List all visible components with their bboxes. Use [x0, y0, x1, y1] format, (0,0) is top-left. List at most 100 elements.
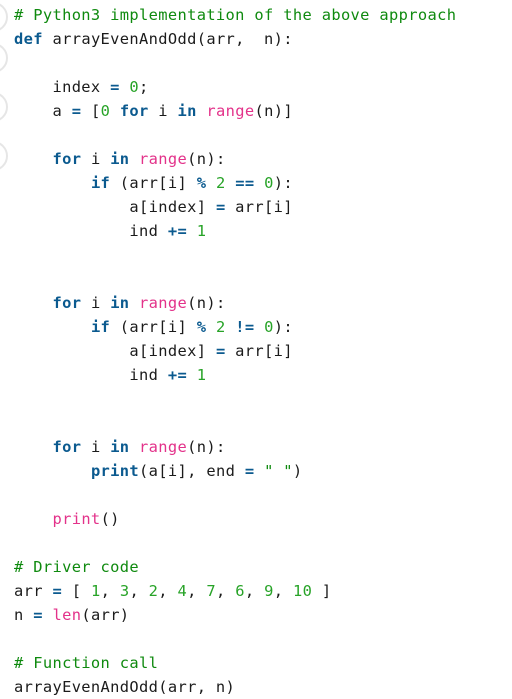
- text-token: (n):: [187, 150, 226, 168]
- text-token: arrayEvenAndOdd(arr, n): [14, 678, 236, 696]
- text-token: i: [81, 150, 111, 168]
- text-token: a[index]: [14, 342, 216, 360]
- code-line: if (arr[i] % 2 != 0):: [14, 315, 456, 339]
- text-token: i: [81, 438, 111, 456]
- keyword-token: for: [119, 102, 149, 120]
- code-line: arrayEvenAndOdd(arr, n): [14, 675, 456, 699]
- code-line: # Driver code: [14, 555, 456, 579]
- keyword-token: for: [52, 438, 82, 456]
- code-line: for i in range(n):: [14, 291, 456, 315]
- code-line: n = len(arr): [14, 603, 456, 627]
- text-token: ,: [129, 582, 149, 600]
- number-token: 1: [196, 366, 207, 384]
- text-token: [: [81, 102, 101, 120]
- code-line: if (arr[i] % 2 == 0):: [14, 171, 456, 195]
- text-token: [: [62, 582, 91, 600]
- keyword-token: in: [110, 438, 130, 456]
- text-token: (n):: [187, 438, 226, 456]
- text-token: arr[i]: [225, 342, 293, 360]
- builtin-token: print: [52, 510, 101, 528]
- text-token: ,: [100, 582, 120, 600]
- code-line: def arrayEvenAndOdd(arr, n):: [14, 27, 456, 51]
- code-line: ind += 1: [14, 363, 456, 387]
- operator-token: !=: [235, 318, 255, 336]
- text-token: i: [148, 102, 178, 120]
- number-token: 1: [90, 582, 101, 600]
- text-token: ,: [187, 582, 207, 600]
- left-edge-arc: [0, 43, 8, 73]
- code-line: print(a[i], end = " "): [14, 459, 456, 483]
- text-token: ind: [14, 366, 168, 384]
- string-token: " ": [264, 462, 293, 480]
- left-edge-arc: [0, 92, 8, 122]
- comment-token: # Driver code: [14, 558, 140, 576]
- code-block: # Python3 implementation of the above ap…: [14, 3, 456, 699]
- text-token: (arr[i]: [110, 318, 197, 336]
- code-line: arr = [ 1, 3, 2, 4, 7, 6, 9, 10 ]: [14, 579, 456, 603]
- code-line: for i in range(n):: [14, 147, 456, 171]
- number-token: 7: [206, 582, 217, 600]
- operator-token: =: [71, 102, 82, 120]
- keyword-token: in: [177, 102, 197, 120]
- operator-token: %: [196, 318, 207, 336]
- text-token: ,: [273, 582, 293, 600]
- builtin-token: range: [139, 150, 188, 168]
- number-token: 2: [148, 582, 159, 600]
- builtin-token: len: [52, 606, 82, 624]
- operator-token: =: [244, 462, 255, 480]
- text-token: ): [292, 462, 303, 480]
- comment-token: # Function call: [14, 654, 159, 672]
- builtin-token: range: [206, 102, 255, 120]
- number-token: 6: [235, 582, 245, 600]
- builtin-token: range: [139, 294, 188, 312]
- code-line: # Function call: [14, 651, 456, 675]
- code-line: a[index] = arr[i]: [14, 195, 456, 219]
- operator-token: +=: [167, 222, 188, 240]
- keyword-token: if: [90, 174, 111, 192]
- number-token: 3: [119, 582, 130, 600]
- code-line: a[index] = arr[i]: [14, 339, 456, 363]
- code-line: ind += 1: [14, 219, 456, 243]
- text-token: ):: [273, 318, 293, 336]
- text-token: ;: [139, 78, 149, 96]
- operator-token: =: [52, 582, 63, 600]
- keyword-token: def: [14, 30, 43, 48]
- keyword-token: for: [52, 150, 82, 168]
- number-token: 0: [264, 174, 274, 192]
- text-token: arr: [14, 582, 53, 600]
- operator-token: %: [196, 174, 207, 192]
- code-line: # Python3 implementation of the above ap…: [14, 3, 456, 27]
- number-token: 0: [264, 318, 274, 336]
- text-token: ):: [273, 174, 293, 192]
- comment-token: # Python3 implementation of the above ap…: [14, 6, 457, 24]
- number-token: 9: [264, 582, 274, 600]
- keyword-token: print: [90, 462, 140, 480]
- keyword-token: for: [52, 294, 82, 312]
- text-token: arrayEvenAndOdd(arr, n):: [42, 30, 293, 48]
- text-token: ]: [312, 582, 332, 600]
- text-token: (a[i], end: [139, 462, 245, 480]
- text-token: index: [14, 78, 111, 96]
- text-token: i: [81, 294, 111, 312]
